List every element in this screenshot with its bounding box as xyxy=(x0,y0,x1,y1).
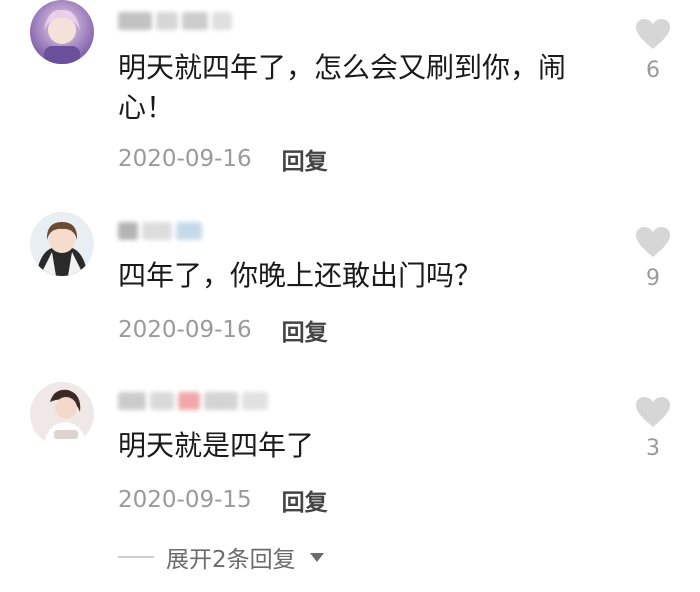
comment-meta: 2020-09-16 回复 xyxy=(118,142,328,176)
caret-down-icon xyxy=(309,552,324,562)
like-button[interactable]: 9 xyxy=(628,226,678,291)
comment-date: 2020-09-16 xyxy=(118,317,252,343)
avatar[interactable] xyxy=(30,382,94,446)
like-count: 3 xyxy=(646,436,660,461)
comment-meta: 2020-09-16 回复 xyxy=(118,313,328,347)
avatar-image-1 xyxy=(30,0,94,64)
username-blurred xyxy=(118,390,268,412)
comment-meta: 2020-09-15 回复 xyxy=(118,483,328,517)
reply-button[interactable]: 回复 xyxy=(282,313,328,347)
username-blurred xyxy=(118,220,202,242)
heart-icon xyxy=(636,397,670,427)
comment-date: 2020-09-16 xyxy=(118,146,252,172)
expand-replies-button[interactable]: 展开2条回复 xyxy=(118,540,324,574)
comment-text: 四年了，你晚上还敢出门吗？ xyxy=(118,259,483,292)
reply-button[interactable]: 回复 xyxy=(282,142,328,176)
avatar[interactable] xyxy=(30,212,94,276)
heart-icon xyxy=(636,227,670,257)
avatar[interactable] xyxy=(30,0,94,64)
comment-text: 明天就四年了，怎么会又刷到你，闹心！ xyxy=(118,51,567,124)
like-button[interactable]: 3 xyxy=(628,396,678,461)
reply-button[interactable]: 回复 xyxy=(282,483,328,517)
avatar-image-2 xyxy=(30,212,94,276)
avatar-image-3 xyxy=(30,382,94,446)
like-button[interactable]: 6 xyxy=(628,18,678,83)
comment-date: 2020-09-15 xyxy=(118,487,252,513)
comment-text: 明天就是四年了 xyxy=(118,429,315,462)
heart-icon xyxy=(636,19,670,49)
username-blurred xyxy=(118,10,232,32)
like-count: 6 xyxy=(646,58,660,83)
expand-replies-label: 展开2条回复 xyxy=(166,547,296,573)
divider-line xyxy=(118,556,154,558)
like-count: 9 xyxy=(646,266,660,291)
